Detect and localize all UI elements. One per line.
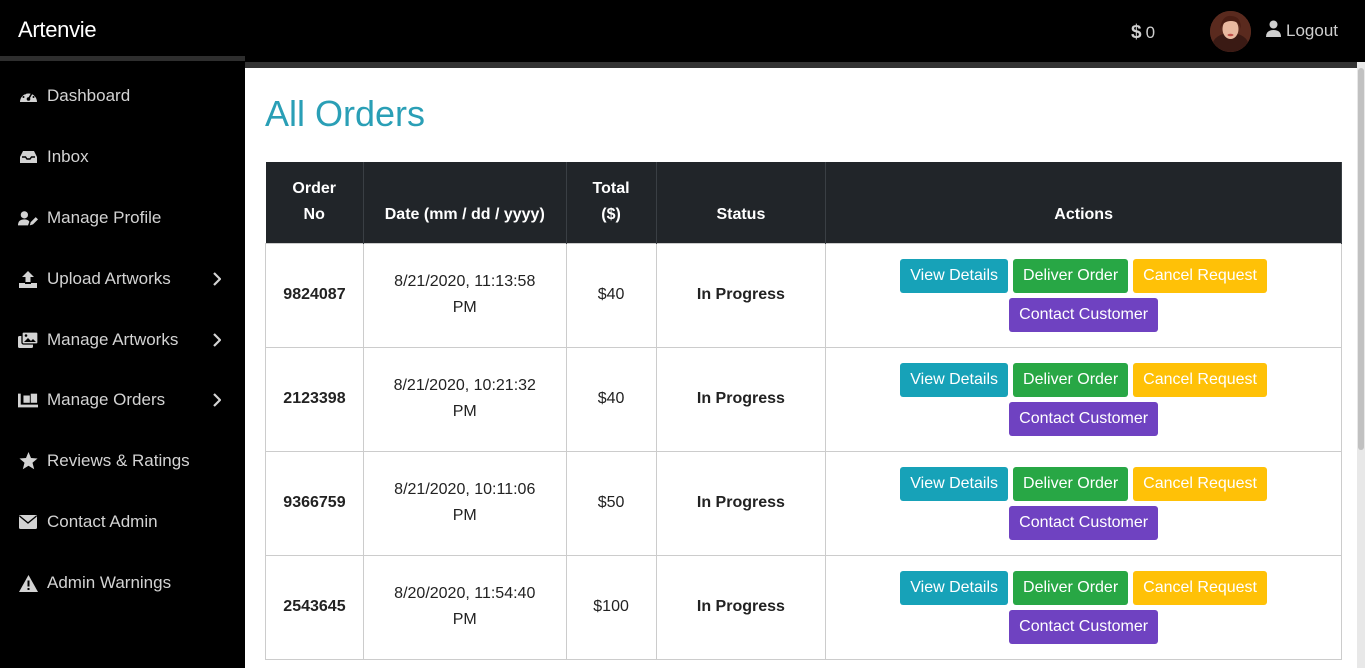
sidebar-item-admin-warnings[interactable]: Admin Warnings [0,563,245,603]
dolly-icon [18,391,38,409]
sidebar-item-inbox[interactable]: Inbox [0,137,245,177]
view-details-button[interactable]: View Details [900,466,1009,501]
sidebar-item-label: Manage Orders [47,390,166,409]
warning-icon [18,574,38,592]
sidebar-item-manage-artworks[interactable]: Manage Artworks [0,320,245,360]
balance-display[interactable]: $ 0 [1131,22,1155,44]
sidebar: Dashboard Inbox Manage Profile Upload Ar… [0,56,245,668]
order-actions: View Details Deliver Order Cancel Reques… [825,450,1342,556]
user-icon [1266,20,1281,42]
chevron-right-icon [212,332,222,352]
logout-link[interactable]: Logout [1266,20,1338,42]
column-header-order-no: Order No [265,162,364,243]
dashboard-icon [18,87,38,105]
order-number: 9366759 [265,450,364,556]
column-header-date: Date (mm / dd / yyyy) [363,162,567,243]
order-date: 8/21/2020, 10:11:06 PM [362,450,567,556]
sidebar-item-label: Admin Warnings [47,573,172,592]
page-scrollbar[interactable] [1357,62,1365,668]
column-header-total: Total ($) [566,162,657,243]
deliver-order-button[interactable]: Deliver Order [1013,258,1129,293]
user-edit-icon [18,209,38,227]
order-total: $50 [565,450,657,556]
sidebar-item-label: Manage Profile [47,208,162,227]
order-status: In Progress [655,346,827,452]
content-top-strip [245,62,1357,68]
table-row: 2123398 8/21/2020, 10:21:32 PM $40 In Pro… [265,346,1342,452]
table-row: 2543645 8/20/2020, 11:54:40 PM $100 In Pr… [265,554,1342,660]
sidebar-item-label: Dashboard [47,86,131,105]
sidebar-item-label: Contact Admin [47,512,158,531]
view-details-button[interactable]: View Details [900,570,1009,605]
star-icon [18,452,38,470]
table-row: 9366759 8/21/2020, 10:11:06 PM $50 In Pro… [265,450,1342,556]
column-header-status: Status [656,162,827,243]
order-total: $100 [565,554,657,660]
top-navbar: Artenvie $ 0 Logout [0,0,1365,62]
view-details-button[interactable]: View Details [900,362,1009,397]
brand-logo[interactable]: Artenvie [18,17,97,43]
page-title: All Orders [265,93,426,134]
orders-table: Order No Date (mm / dd / yyyy) Total ($) S… [265,162,1342,660]
contact-customer-button[interactable]: Contact Customer [1009,297,1159,332]
envelope-icon [18,513,38,531]
table-header-row: Order No Date (mm / dd / yyyy) Total ($) S… [265,162,1342,243]
table-row: 9824087 8/21/2020, 11:13:58 PM $40 In Pro… [265,242,1342,348]
chevron-right-icon [212,271,222,291]
contact-customer-button[interactable]: Contact Customer [1009,609,1159,644]
sidebar-item-reviews-ratings[interactable]: Reviews & Ratings [0,441,245,481]
scrollbar-thumb[interactable] [1358,68,1364,450]
cancel-request-button[interactable]: Cancel Request [1133,570,1267,605]
order-date: 8/20/2020, 11:54:40 PM [362,554,567,660]
inbox-icon [18,148,38,166]
order-actions: View Details Deliver Order Cancel Reques… [825,554,1342,660]
sidebar-item-manage-orders[interactable]: Manage Orders [0,380,245,420]
order-actions: View Details Deliver Order Cancel Reques… [825,346,1342,452]
sidebar-item-manage-profile[interactable]: Manage Profile [0,198,245,238]
order-status: In Progress [655,450,827,556]
deliver-order-button[interactable]: Deliver Order [1013,466,1129,501]
order-number: 2123398 [265,346,364,452]
sidebar-item-upload-artworks[interactable]: Upload Artworks [0,259,245,299]
balance-value: 0 [1145,23,1156,42]
order-status: In Progress [655,242,827,348]
upload-icon [18,270,38,288]
cancel-request-button[interactable]: Cancel Request [1133,362,1267,397]
view-details-button[interactable]: View Details [900,258,1009,293]
column-header-actions: Actions [825,162,1342,243]
dollar-icon: $ [1131,22,1142,43]
avatar-image [1210,11,1251,52]
order-date: 8/21/2020, 11:13:58 PM [362,242,567,348]
sidebar-item-label: Reviews & Ratings [47,451,190,470]
order-status: In Progress [655,554,827,660]
sidebar-item-label: Manage Artworks [47,330,179,349]
deliver-order-button[interactable]: Deliver Order [1013,362,1129,397]
order-total: $40 [565,346,657,452]
order-total: $40 [565,242,657,348]
chevron-right-icon [212,392,222,412]
contact-customer-button[interactable]: Contact Customer [1009,401,1159,436]
deliver-order-button[interactable]: Deliver Order [1013,570,1129,605]
sidebar-item-contact-admin[interactable]: Contact Admin [0,502,245,542]
order-number: 2543645 [265,554,364,660]
logout-label: Logout [1286,21,1338,40]
images-icon [18,331,38,349]
order-actions: View Details Deliver Order Cancel Reques… [825,242,1342,348]
sidebar-divider [0,56,245,61]
sidebar-item-dashboard[interactable]: Dashboard [0,76,245,116]
contact-customer-button[interactable]: Contact Customer [1009,505,1159,540]
sidebar-item-label: Upload Artworks [47,269,171,288]
avatar[interactable] [1210,11,1251,52]
sidebar-item-label: Inbox [47,147,89,166]
order-date: 8/21/2020, 10:21:32 PM [362,346,567,452]
order-number: 9824087 [265,242,364,348]
cancel-request-button[interactable]: Cancel Request [1133,466,1267,501]
cancel-request-button[interactable]: Cancel Request [1133,258,1267,293]
